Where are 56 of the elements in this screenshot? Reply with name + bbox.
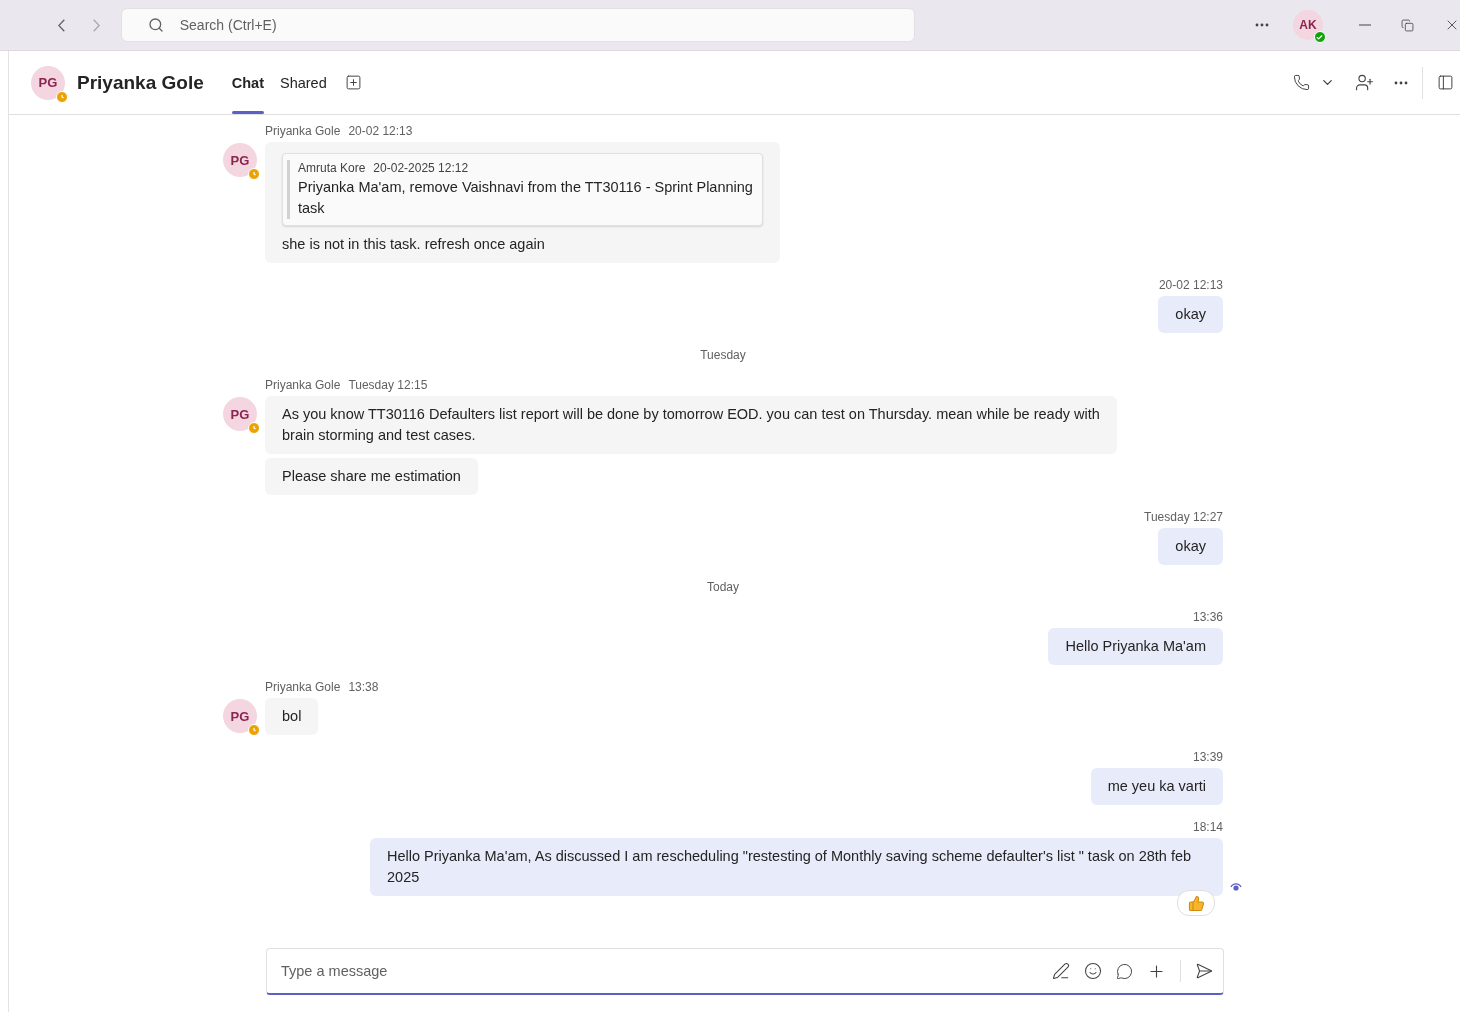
message-text: Please share me estimation: [282, 468, 461, 484]
message-text: me yeu ka varti: [1107, 778, 1206, 794]
add-people-button[interactable]: [1355, 73, 1374, 92]
user-avatar[interactable]: AK: [1293, 10, 1323, 40]
date-divider: Today: [707, 580, 739, 594]
message-text: Hello Priyanka Ma'am: [1065, 638, 1206, 654]
message-text: Hello Priyanka Ma'am, As discussed I am rescheduling "restesting of Monthly saving scheme defaulter's list " task on 28th feb 2025: [387, 848, 1192, 885]
message-time: 13:36: [1192, 609, 1223, 625]
message-text: okay: [1175, 538, 1206, 554]
sender-name: Priyanka Gole: [265, 679, 341, 695]
restore-icon: [1401, 18, 1414, 32]
message-text: okay: [1175, 306, 1206, 322]
quote-author: Amruta Kore: [298, 160, 366, 177]
contact-name: Priyanka Gole: [77, 71, 204, 94]
sender-name: Priyanka Gole: [265, 377, 341, 393]
call-button[interactable]: [1293, 74, 1310, 91]
thumbs-up-icon: [1187, 894, 1205, 912]
avatar: PG: [223, 143, 257, 177]
search-icon: [147, 17, 164, 33]
message-time: 20-02 12:13: [1158, 277, 1223, 293]
chevron-left-icon: [58, 18, 66, 32]
message-time: 13:38: [348, 679, 379, 695]
message-time: 18:14: [1192, 819, 1223, 835]
more-options-button[interactable]: [1394, 80, 1408, 85]
search-input[interactable]: Search (Ctrl+E): [177, 16, 914, 34]
more-icon: [1394, 80, 1408, 85]
message-time: 20-02 12:13: [348, 123, 413, 139]
tab[interactable]: Shared: [271, 51, 335, 114]
avatar: PG: [223, 699, 257, 733]
tab[interactable]: Chat: [223, 51, 272, 114]
sender-name: Priyanka Gole: [265, 123, 341, 139]
contact-avatar: PG: [31, 65, 65, 100]
message-text: she is not in this task. refresh once again: [282, 236, 545, 252]
message-composer[interactable]: Type a message: [266, 948, 1224, 995]
send-button[interactable]: [1195, 962, 1213, 980]
add-tab-button[interactable]: [344, 74, 362, 91]
quote-text: Priyanka Ma'am, remove Vaishnavi from the TT30116 - Sprint Planning task: [298, 178, 753, 218]
message-time: Tuesday 12:27: [1144, 509, 1223, 525]
search-bar[interactable]: Search (Ctrl+E): [120, 8, 915, 42]
format-button[interactable]: [1052, 962, 1070, 980]
side-panel-button[interactable]: [1437, 74, 1454, 91]
message-time: 13:39: [1192, 749, 1223, 765]
more-icon: [1255, 23, 1269, 27]
date-divider: Tuesday: [700, 348, 746, 362]
restore-button[interactable]: [1401, 18, 1414, 32]
chevron-right-icon: [93, 18, 101, 32]
loop-button[interactable]: [1116, 962, 1133, 980]
message-text: As you know TT30116 Defaulters list report will be done by tomorrow EOD. you can test on Thursday. mean while be ready with brain storming and test cases.: [282, 406, 1100, 443]
avatar: PG: [223, 397, 257, 431]
minimize-icon: [1359, 24, 1371, 26]
message-time: Tuesday 12:15: [348, 377, 428, 393]
more-options-button[interactable]: [1255, 23, 1269, 27]
emoji-button[interactable]: [1084, 962, 1102, 980]
quote-time: 20-02-2025 12:12: [373, 160, 469, 177]
message-text: bol: [282, 708, 302, 724]
reaction-pill[interactable]: [1177, 890, 1215, 916]
